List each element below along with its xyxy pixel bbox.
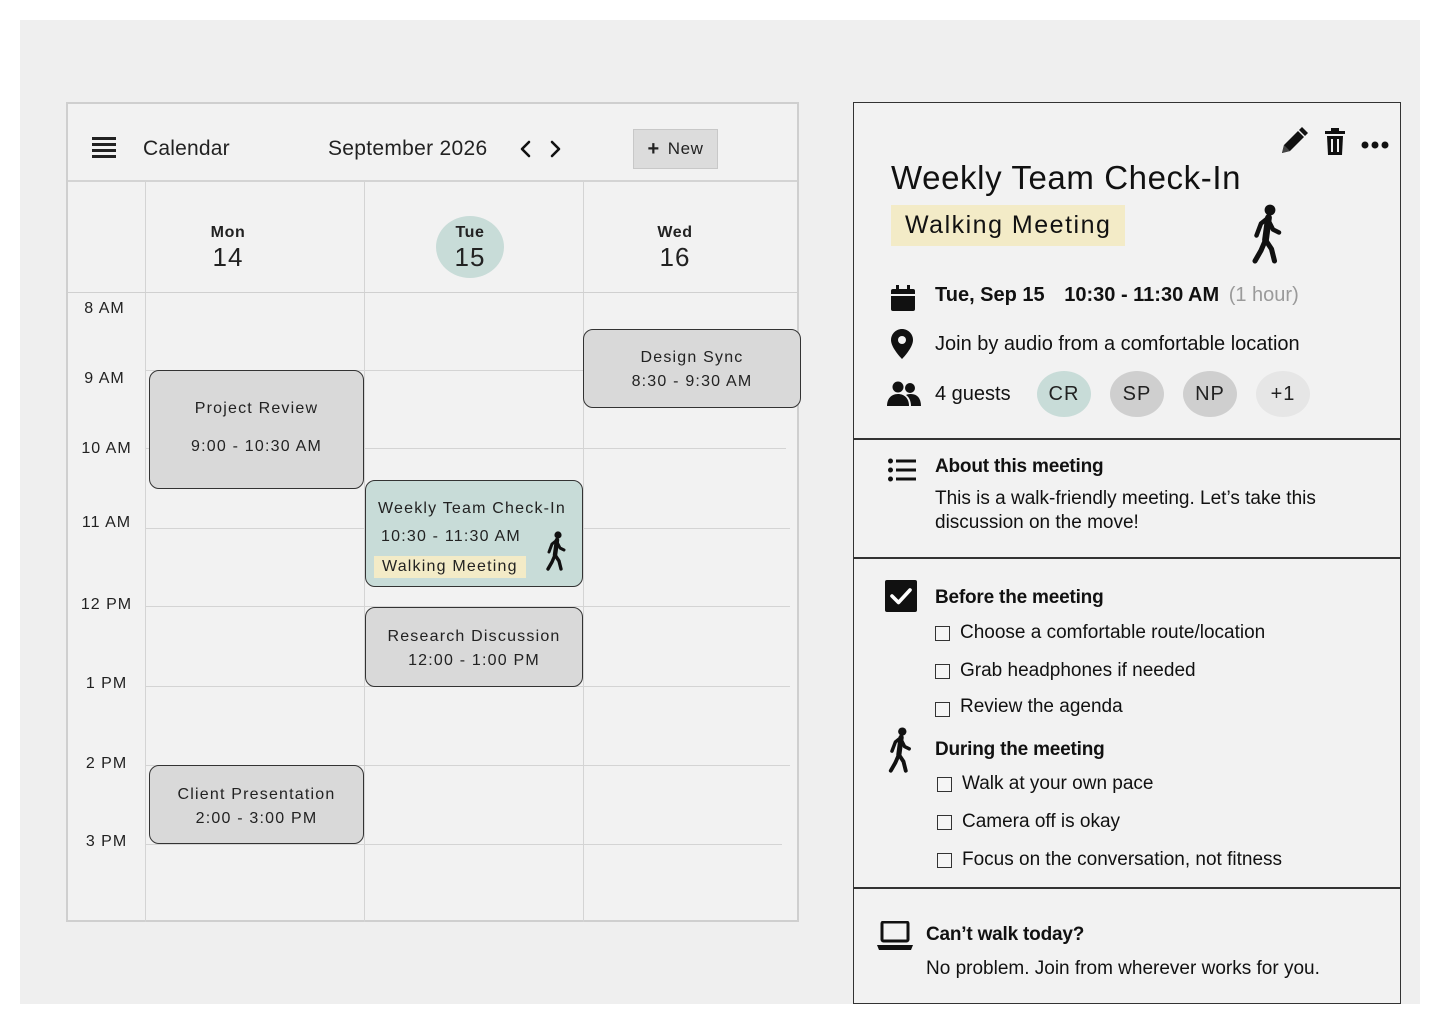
checkbox[interactable]	[935, 701, 950, 717]
hour-label: 11 AM	[81, 514, 132, 531]
column-divider	[583, 182, 584, 922]
checklist-label: Walk at your own pace	[962, 773, 1154, 794]
calendar-panel: Calendar September 2026 + New Mon 14 Tue…	[66, 102, 801, 922]
chevron-left-icon[interactable]	[516, 138, 536, 160]
month-label: September 2026	[328, 137, 488, 160]
checklist-label: Focus on the conversation, not fitness	[962, 849, 1283, 870]
event-client-presentation[interactable]: Client Presentation 2:00 - 3:00 PM	[149, 765, 364, 844]
day-header-divider	[68, 292, 797, 293]
about-heading: About this meeting	[935, 456, 1104, 477]
avatar[interactable]: SP	[1110, 371, 1164, 417]
event-title: Client Presentation	[177, 786, 336, 803]
walking-meeting-tag: Walking Meeting	[891, 205, 1126, 246]
event-time: 12:00 - 1:00 PM	[408, 652, 540, 669]
checklist-label: Choose a comfortable route/location	[960, 622, 1266, 643]
hamburger-icon[interactable]	[92, 137, 116, 159]
day-number: 16	[659, 242, 691, 272]
checklist-item[interactable]: Choose a comfortable route/location	[935, 622, 1265, 644]
checklist-label: Grab headphones if needed	[960, 660, 1196, 681]
list-icon	[888, 458, 916, 487]
column-divider	[145, 182, 146, 922]
checkbox-checked-icon	[885, 580, 917, 617]
calendar-title: Calendar	[143, 137, 230, 160]
event-time-range: 10:30 - 11:30 AM	[1064, 284, 1220, 306]
event-title: Project Review	[194, 400, 319, 417]
cant-walk-body: No problem. Join from wherever works for…	[926, 958, 1320, 979]
new-button-label: New	[667, 139, 704, 158]
event-location: Join by audio from a comfortable locatio…	[935, 333, 1300, 355]
walking-person-icon	[886, 727, 914, 773]
location-pin-icon	[891, 329, 913, 364]
event-project-review[interactable]: Project Review 9:00 - 10:30 AM	[149, 370, 364, 489]
day-header-tue[interactable]: Tue 15	[400, 224, 540, 273]
checkbox[interactable]	[937, 776, 952, 792]
event-title: Research Discussion	[387, 628, 561, 645]
section-divider	[854, 438, 1400, 440]
walking-person-icon	[1249, 199, 1285, 269]
hour-label: 1 PM	[85, 675, 128, 692]
event-time: 2:00 - 3:00 PM	[195, 810, 318, 827]
event-details-panel: Weekly Team Check-In Walking Meeting Tue…	[853, 102, 1401, 1004]
walking-meeting-tag: Walking Meeting	[374, 556, 526, 578]
avatar[interactable]: NP	[1183, 371, 1237, 417]
section-divider	[854, 557, 1400, 559]
section-divider	[854, 887, 1400, 889]
trash-icon[interactable]	[1324, 128, 1346, 161]
checklist-item[interactable]: Review the agenda	[935, 696, 1123, 718]
day-name: Tue	[455, 224, 485, 241]
hour-gridline	[145, 844, 782, 845]
event-research-discussion[interactable]: Research Discussion 12:00 - 1:00 PM	[365, 607, 583, 687]
event-design-sync[interactable]: Design Sync 8:30 - 9:30 AM	[583, 329, 801, 408]
event-date: Tue, Sep 15	[935, 284, 1045, 306]
walking-person-icon	[544, 528, 568, 574]
hour-label: 10 AM	[81, 440, 132, 457]
hour-label: 3 PM	[85, 833, 128, 850]
hour-label: 8 AM	[84, 300, 125, 317]
guests-count: 4 guests	[935, 383, 1011, 405]
during-heading: During the meeting	[935, 739, 1105, 760]
checklist-item[interactable]: Focus on the conversation, not fitness	[937, 849, 1282, 871]
event-time: 9:00 - 10:30 AM	[191, 438, 322, 455]
checklist-label: Review the agenda	[960, 696, 1123, 717]
day-header-wed[interactable]: Wed 16	[605, 224, 745, 273]
day-number: 14	[212, 242, 244, 272]
checkbox[interactable]	[935, 625, 950, 641]
day-name: Wed	[657, 224, 693, 241]
pencil-icon[interactable]	[1278, 125, 1308, 162]
event-title: Weekly Team Check-In	[378, 500, 566, 517]
calendar-header: Calendar September 2026 + New	[68, 104, 797, 182]
plus-icon: +	[647, 138, 660, 160]
checkbox[interactable]	[937, 852, 952, 868]
before-heading: Before the meeting	[935, 587, 1104, 608]
avatar[interactable]: CR	[1037, 371, 1091, 417]
more-dots-icon[interactable]	[1361, 137, 1389, 155]
chevron-right-icon[interactable]	[545, 138, 565, 160]
new-event-button[interactable]: + New	[633, 129, 718, 169]
cant-walk-heading: Can’t walk today?	[926, 924, 1085, 945]
checkbox[interactable]	[935, 663, 950, 679]
checklist-item[interactable]: Walk at your own pace	[937, 773, 1154, 795]
calendar-icon	[891, 285, 915, 316]
more-guests-avatar[interactable]: +1	[1256, 371, 1310, 417]
about-body: This is a walk-friendly meeting. Let’s t…	[935, 488, 1316, 533]
event-weekly-team-check-in[interactable]: Weekly Team Check-In 10:30 - 11:30 AM Wa…	[365, 480, 583, 587]
event-title: Weekly Team Check-In	[891, 159, 1242, 196]
day-number: 15	[454, 242, 486, 272]
laptop-icon	[877, 920, 913, 956]
event-duration: (1 hour)	[1228, 284, 1299, 306]
hour-label: 12 PM	[80, 596, 133, 613]
event-title: Design Sync	[640, 349, 744, 366]
people-icon	[887, 381, 921, 412]
day-name: Mon	[210, 224, 246, 241]
hour-label: 9 AM	[84, 370, 125, 387]
checklist-label: Camera off is okay	[962, 811, 1121, 832]
hour-label: 2 PM	[85, 755, 128, 772]
checklist-item[interactable]: Grab headphones if needed	[935, 660, 1196, 682]
checklist-item[interactable]: Camera off is okay	[937, 811, 1120, 833]
checkbox[interactable]	[937, 814, 952, 830]
day-header-mon[interactable]: Mon 14	[158, 224, 298, 273]
event-time: 8:30 - 9:30 AM	[631, 373, 753, 390]
